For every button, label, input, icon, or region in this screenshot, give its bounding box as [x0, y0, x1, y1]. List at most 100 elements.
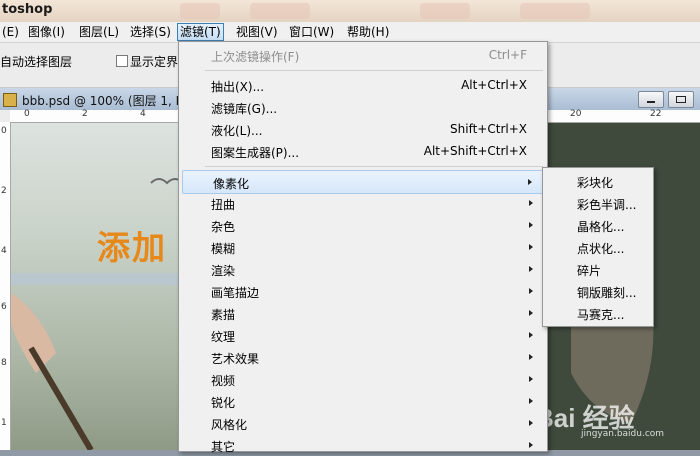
menu-item-label: 模糊 — [211, 240, 235, 257]
menu-item-video[interactable]: 视频 — [181, 368, 545, 390]
menu-item-label: 锐化 — [211, 394, 235, 411]
menu-bar: (E) 图像(I) 图层(L) 选择(S) 滤镜(T) 视图(V) 窗口(W) … — [0, 22, 700, 43]
menu-item-label: 铜版雕刻... — [577, 284, 636, 301]
menu-layer[interactable]: 图层(L) — [77, 24, 121, 40]
submenu-arrow-icon — [529, 244, 533, 250]
menu-item-render[interactable]: 渲染 — [181, 258, 545, 280]
auto-select-layer-label[interactable]: 自动选择图层 — [0, 53, 72, 70]
menu-item-label: 彩块化 — [577, 174, 613, 191]
menu-item-label: 液化(L)... — [211, 122, 263, 139]
menu-item-shortcut: Alt+Shift+Ctrl+X — [424, 144, 527, 158]
submenu-item-mezzotint[interactable]: 铜版雕刻... — [543, 280, 653, 302]
ruler-label: 4 — [1, 246, 7, 256]
menu-window[interactable]: 窗口(W) — [287, 24, 336, 40]
submenu-item-color-halftone[interactable]: 彩色半调... — [543, 192, 653, 214]
submenu-arrow-icon — [529, 310, 533, 316]
blurred-tab — [420, 3, 470, 19]
menu-item-sharpen[interactable]: 锐化 — [181, 390, 545, 412]
submenu-arrow-icon — [529, 398, 533, 404]
submenu-arrow-icon — [529, 222, 533, 228]
minimize-button[interactable] — [638, 91, 664, 108]
ruler-label: 4 — [140, 109, 146, 119]
show-bounds-label[interactable]: 显示定界 — [130, 53, 178, 70]
menu-item-texture[interactable]: 纹理 — [181, 324, 545, 346]
menu-item-label: 素描 — [211, 306, 235, 323]
menu-item-last-filter[interactable]: 上次滤镜操作(F) Ctrl+F — [181, 44, 545, 66]
ruler-label: 8 — [1, 358, 7, 368]
menu-item-label: 图案生成器(P)... — [211, 144, 299, 161]
menu-item-stylize[interactable]: 风格化 — [181, 412, 545, 434]
menu-separator — [205, 70, 543, 71]
submenu-arrow-icon — [529, 376, 533, 382]
menu-item-extract[interactable]: 抽出(X)... Alt+Ctrl+X — [181, 74, 545, 96]
menu-item-pattern-maker[interactable]: 图案生成器(P)... Alt+Shift+Ctrl+X — [181, 140, 545, 162]
menu-item-other[interactable]: 其它 — [181, 434, 545, 456]
menu-item-sketch[interactable]: 素描 — [181, 302, 545, 324]
staff-shape — [31, 348, 91, 450]
sword-blade — [11, 273, 181, 285]
submenu-item-fragment[interactable]: 碎片 — [543, 258, 653, 280]
menu-item-liquify[interactable]: 液化(L)... Shift+Ctrl+X — [181, 118, 545, 140]
menu-item-label: 晶格化... — [577, 218, 624, 235]
menu-image[interactable]: 图像(I) — [26, 24, 67, 40]
ruler-label: 22 — [650, 109, 661, 119]
submenu-item-crystallize[interactable]: 晶格化... — [543, 214, 653, 236]
menu-item-noise[interactable]: 杂色 — [181, 214, 545, 236]
submenu-arrow-icon — [529, 354, 533, 360]
baidu-watermark-url: jingyan.baidu.com — [581, 429, 664, 439]
menu-item-pixelate[interactable]: 像素化 — [182, 170, 545, 194]
menu-item-blur[interactable]: 模糊 — [181, 236, 545, 258]
menu-item-distort[interactable]: 扭曲 — [181, 192, 545, 214]
menu-item-brush-strokes[interactable]: 画笔描边 — [181, 280, 545, 302]
ruler-label: 1 — [1, 418, 7, 428]
minimize-icon — [647, 101, 655, 103]
ruler-label: 6 — [1, 302, 7, 312]
submenu-arrow-icon — [528, 179, 532, 185]
menu-item-label: 滤镜库(G)... — [211, 100, 277, 117]
menu-item-label: 马赛克... — [577, 306, 624, 323]
show-bounds-checkbox[interactable] — [116, 55, 128, 67]
menu-item-label: 碎片 — [577, 262, 601, 279]
menu-item-label: 上次滤镜操作(F) — [211, 48, 299, 65]
submenu-item-pointillize[interactable]: 点状化... — [543, 236, 653, 258]
submenu-item-facet[interactable]: 彩块化 — [543, 170, 653, 192]
menu-item-label: 艺术效果 — [211, 350, 259, 367]
ruler-label: 20 — [570, 109, 581, 119]
ruler-label: 0 — [1, 126, 7, 136]
psd-file-icon — [3, 93, 17, 107]
blurred-tab — [180, 3, 220, 19]
submenu-arrow-icon — [529, 442, 533, 448]
ruler-label: 2 — [82, 109, 88, 119]
menu-item-shortcut: Ctrl+F — [489, 48, 527, 62]
overlay-text: 添加 — [97, 221, 167, 269]
menu-select[interactable]: 选择(S) — [128, 24, 173, 40]
filter-dropdown-menu: 上次滤镜操作(F) Ctrl+F 抽出(X)... Alt+Ctrl+X 滤镜库… — [178, 41, 548, 452]
arm-shape — [11, 293, 56, 373]
blurred-tab — [250, 3, 310, 19]
menu-item-artistic[interactable]: 艺术效果 — [181, 346, 545, 368]
menu-item-shortcut: Shift+Ctrl+X — [450, 122, 527, 136]
ruler-vertical[interactable]: 0 2 4 6 8 1 — [0, 122, 11, 450]
submenu-arrow-icon — [529, 288, 533, 294]
submenu-arrow-icon — [529, 266, 533, 272]
menu-separator — [205, 166, 543, 167]
app-titlebar: toshop — [0, 0, 700, 22]
menu-item-filter-gallery[interactable]: 滤镜库(G)... — [181, 96, 545, 118]
menu-item-label: 其它 — [211, 438, 235, 455]
menu-item-label: 扭曲 — [211, 196, 235, 213]
menu-item-shortcut: Alt+Ctrl+X — [461, 78, 527, 92]
menu-item-label: 杂色 — [211, 218, 235, 235]
submenu-item-mosaic[interactable]: 马赛克... — [543, 302, 653, 324]
menu-help[interactable]: 帮助(H) — [345, 24, 391, 40]
pixelate-submenu: 彩块化 彩色半调... 晶格化... 点状化... 碎片 铜版雕刻... 马赛克… — [542, 167, 654, 327]
maximize-button[interactable] — [668, 91, 694, 108]
submenu-arrow-icon — [529, 332, 533, 338]
ruler-label: 2 — [1, 186, 7, 196]
submenu-arrow-icon — [529, 200, 533, 206]
menu-view[interactable]: 视图(V) — [234, 24, 280, 40]
menu-item-label: 画笔描边 — [211, 284, 259, 301]
menu-filter[interactable]: 滤镜(T) — [177, 23, 224, 41]
app-title: toshop — [2, 2, 52, 17]
menu-edit[interactable]: (E) — [0, 24, 21, 40]
document-title: bbb.psd @ 100% (图层 1, F — [22, 92, 183, 109]
